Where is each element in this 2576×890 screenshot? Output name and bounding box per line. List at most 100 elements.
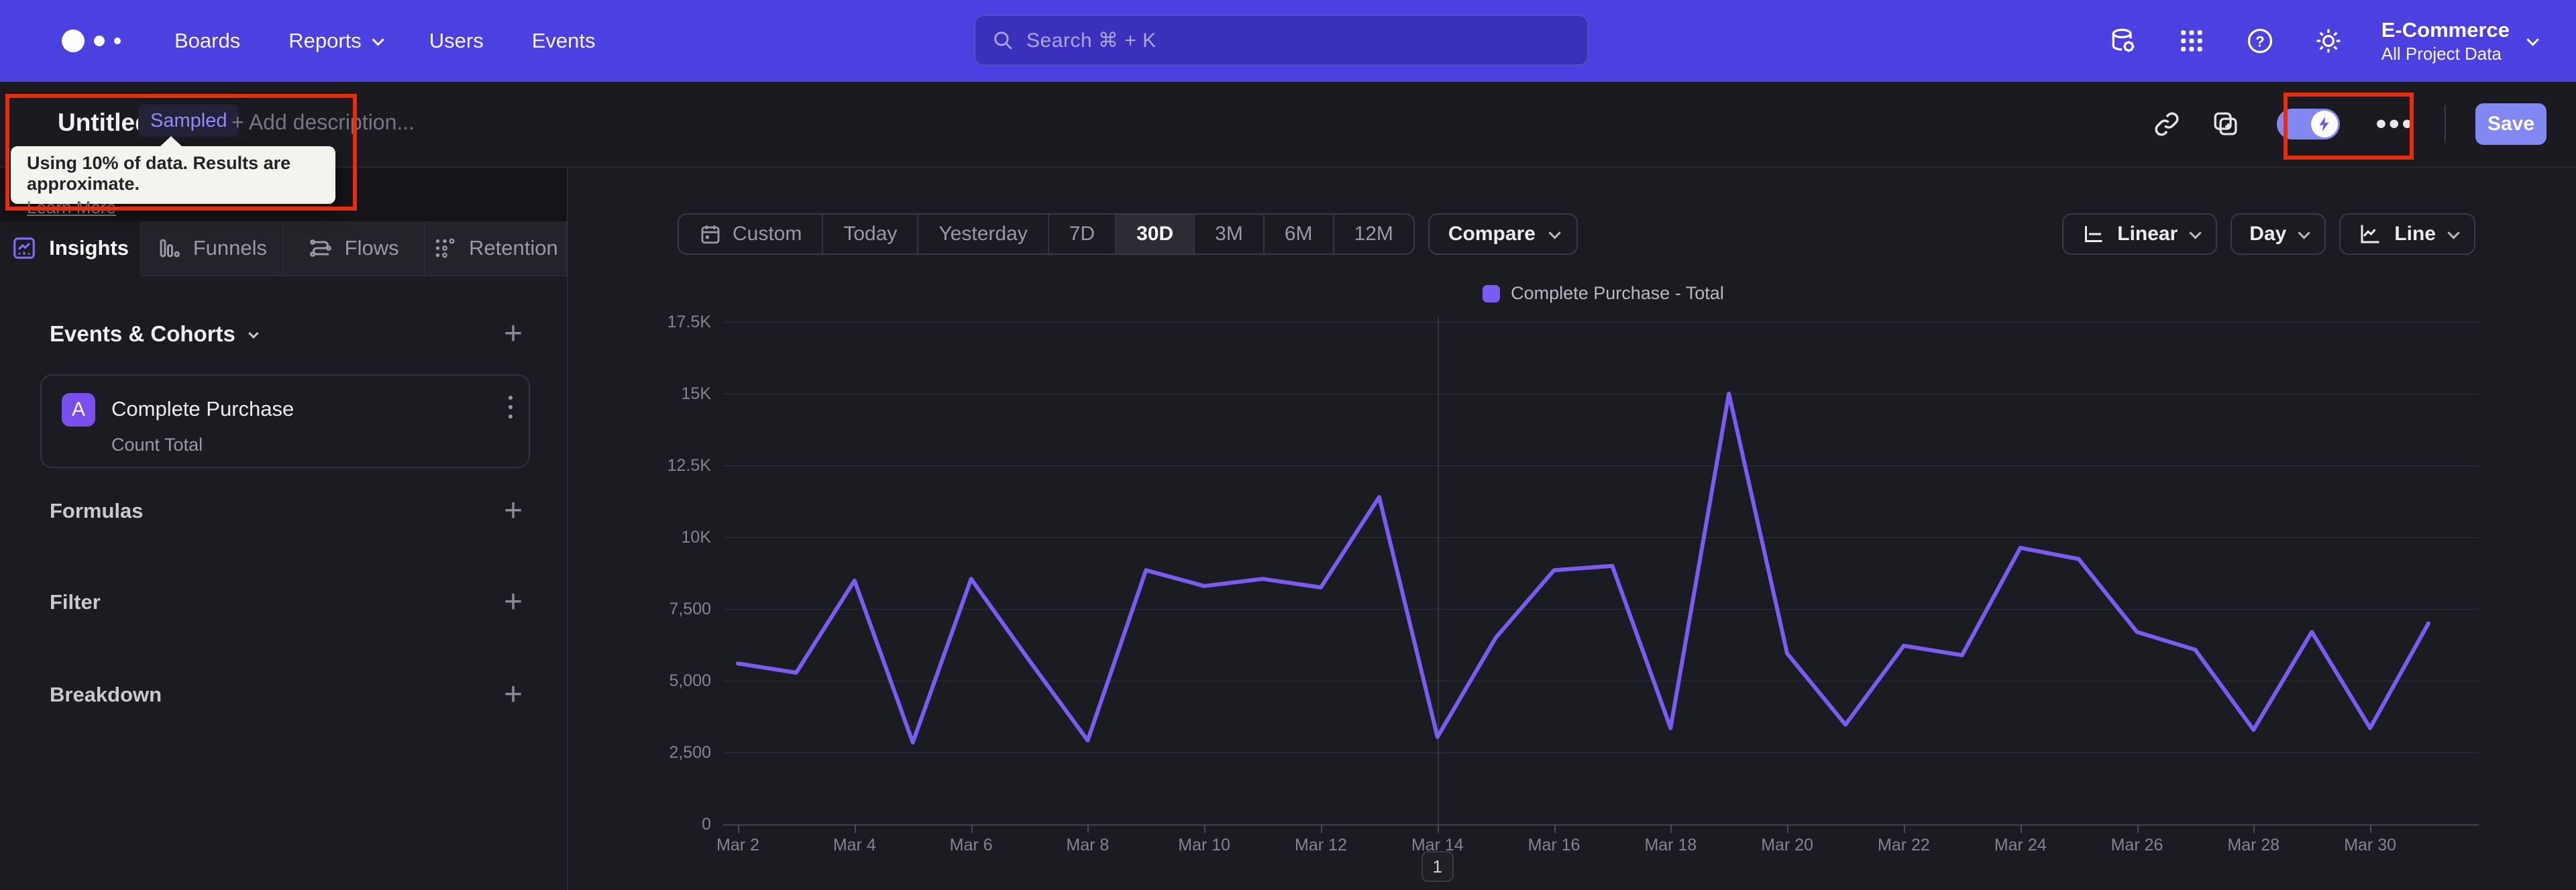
sidebar-divider	[567, 168, 568, 890]
breakdown-label: Breakdown	[50, 683, 162, 706]
x-axis-tick	[1787, 824, 1789, 833]
tab-label: Insights	[49, 236, 129, 260]
add-filter-button[interactable]: +	[504, 586, 523, 618]
x-axis-tick	[2020, 824, 2022, 833]
event-letter-badge: A	[62, 393, 95, 427]
events-cohorts-toggle[interactable]: Events & Cohorts	[50, 321, 259, 347]
project-switcher[interactable]: E-Commerce All Project Data	[2381, 17, 2539, 64]
x-axis-label: Mar 26	[2110, 836, 2163, 854]
x-axis-label: Mar 6	[949, 836, 993, 854]
events-cohorts-label: Events & Cohorts	[50, 321, 235, 346]
nav-item-events[interactable]: Events	[532, 29, 596, 53]
link-icon[interactable]	[2152, 109, 2182, 139]
report-title[interactable]: Untitled	[58, 109, 150, 137]
tooltip-arrow	[160, 136, 182, 147]
chevron-down-icon	[2526, 33, 2539, 46]
x-axis-label: Mar 22	[1878, 836, 1930, 854]
x-axis-tick	[2253, 824, 2255, 833]
add-formula-button[interactable]: +	[504, 495, 523, 527]
y-axis-label: 12.5K	[667, 456, 711, 475]
chevron-down-icon	[248, 327, 259, 339]
x-axis-tick	[2370, 824, 2372, 833]
flows-wave-icon	[309, 236, 333, 260]
search-placeholder: Search ⌘ + K	[1026, 29, 1157, 52]
x-axis-label: Mar 8	[1066, 836, 1110, 854]
line-chart[interactable]	[567, 168, 2576, 890]
sidebar: Insights Funnels Flows Retention Events …	[0, 168, 567, 890]
y-axis-label: 10K	[681, 528, 711, 547]
tab-label: Flows	[344, 236, 399, 260]
copy-add-icon[interactable]	[2211, 109, 2241, 139]
mixpanel-logo-dots-icon[interactable]	[62, 30, 142, 52]
x-axis-label: Mar 18	[1644, 836, 1697, 854]
pagination-page-1[interactable]: 1	[1421, 851, 1454, 882]
tab-label: Funnels	[193, 236, 268, 260]
search-icon	[991, 29, 1014, 52]
more-ellipsis-icon[interactable]: •••	[2376, 109, 2415, 139]
nav-item-boards[interactable]: Boards	[174, 29, 240, 53]
filter-section: Filter +	[50, 586, 523, 618]
top-nav: Boards Reports Users Events Search ⌘ + K	[0, 0, 2576, 82]
x-axis-label: Mar 4	[833, 836, 876, 854]
app-root: Boards Reports Users Events Search ⌘ + K	[0, 0, 2576, 890]
formulas-section: Formulas +	[50, 495, 523, 527]
chevron-down-icon	[372, 33, 384, 46]
svg-text:?: ?	[2255, 33, 2264, 50]
kebab-menu-icon[interactable]	[508, 396, 513, 419]
project-name: E-Commerce	[2381, 18, 2510, 42]
tooltip-message: Using 10% of data. Results are approxima…	[27, 153, 291, 194]
x-axis-label: Mar 2	[716, 836, 759, 854]
x-axis-label: Mar 10	[1178, 836, 1231, 854]
add-description-button[interactable]: + Add description...	[231, 110, 415, 135]
x-axis-tick	[1204, 824, 1206, 833]
event-metric[interactable]: Count Total	[111, 435, 203, 455]
project-scope: All Project Data	[2381, 43, 2502, 64]
sidebar-tabs: Insights Funnels Flows Retention	[0, 221, 567, 276]
x-axis-tick	[1670, 824, 1672, 833]
tab-label: Retention	[469, 236, 558, 260]
event-card[interactable]: A Complete Purchase Count Total	[40, 374, 530, 468]
report-header: Untitled Sampled + Add description... ••…	[0, 82, 2576, 168]
tab-flows[interactable]: Flows	[283, 221, 425, 276]
add-breakdown-button[interactable]: +	[504, 679, 523, 711]
x-axis-tick	[1437, 824, 1439, 833]
insights-chart-icon	[11, 235, 37, 261]
save-button[interactable]: Save	[2475, 103, 2546, 145]
apps-grid-icon[interactable]	[2176, 25, 2207, 56]
x-axis-label: Mar 20	[1761, 836, 1814, 854]
tab-insights[interactable]: Insights	[0, 221, 142, 276]
event-name: Complete Purchase	[111, 397, 294, 421]
add-event-button[interactable]: +	[504, 318, 523, 350]
y-axis-label: 2,500	[669, 743, 711, 762]
sampled-badge[interactable]: Sampled	[138, 105, 239, 137]
x-axis-tick	[2137, 824, 2139, 833]
report-actions: ••• Save	[2152, 82, 2546, 166]
x-axis-tick	[1087, 824, 1089, 833]
series-line[interactable]	[736, 392, 2430, 744]
sampling-tooltip: Using 10% of data. Results are approxima…	[11, 136, 335, 217]
nav-item-reports[interactable]: Reports	[288, 29, 384, 53]
sampling-toggle[interactable]	[2276, 109, 2340, 140]
x-axis-label: Mar 30	[2344, 836, 2396, 854]
nav-item-users[interactable]: Users	[429, 29, 484, 53]
x-axis-tick	[1903, 824, 1905, 833]
x-axis-label: Mar 28	[2227, 836, 2280, 854]
y-axis-label: 5,000	[669, 671, 711, 690]
help-icon[interactable]: ?	[2245, 25, 2275, 56]
data-settings-icon[interactable]	[2108, 25, 2139, 56]
settings-gear-icon[interactable]	[2313, 25, 2344, 56]
x-axis-tick	[854, 824, 856, 833]
tab-retention[interactable]: Retention	[425, 221, 567, 276]
header-divider	[2445, 105, 2446, 143]
breakdown-section: Breakdown +	[50, 679, 523, 711]
search-input[interactable]: Search ⌘ + K	[974, 15, 1589, 66]
x-axis-label: Mar 16	[1527, 836, 1580, 854]
formulas-label: Formulas	[50, 499, 144, 522]
x-axis-tick	[1554, 824, 1556, 833]
retention-dots-icon	[433, 236, 457, 260]
tab-funnels[interactable]: Funnels	[142, 221, 284, 276]
y-axis-label: 17.5K	[667, 313, 711, 331]
funnels-bars-icon	[157, 236, 181, 260]
learn-more-link[interactable]: Learn More	[27, 197, 116, 218]
chart-panel: Custom Today Yesterday 7D 30D 3M 6M 12M Compare…	[567, 168, 2576, 890]
